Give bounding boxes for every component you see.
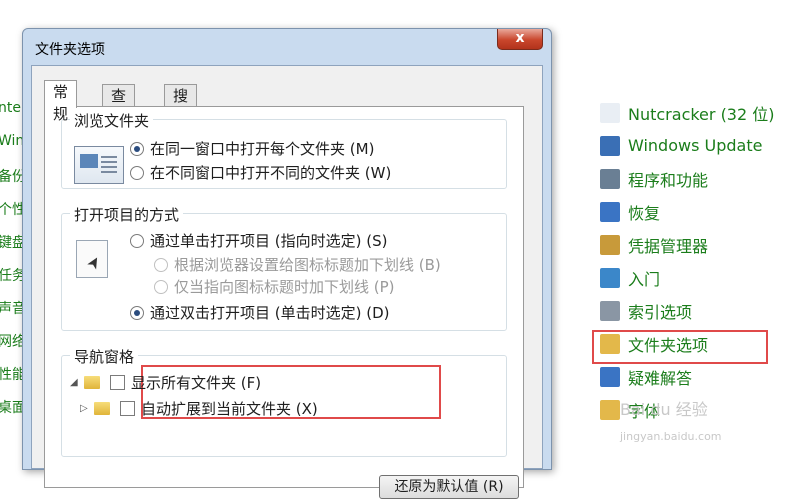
control-panel-item[interactable]: Nutcracker (32 位) xyxy=(600,96,800,129)
control-panel-item[interactable]: 疑难解答 xyxy=(600,360,800,393)
single-click-option[interactable]: 通过单击打开项目 (指向时选定) (S) xyxy=(130,230,387,251)
indexing-icon xyxy=(600,300,620,321)
underline-browser-option: 根据浏览器设置给图标标题加下划线 (B) xyxy=(154,254,441,275)
control-panel-item-label: 程序和功能 xyxy=(628,170,709,190)
control-panel-item-label: 恢复 xyxy=(628,203,661,223)
control-panel-item-label: Windows Update xyxy=(628,136,763,155)
click-items-group-title: 打开项目的方式 xyxy=(70,204,184,225)
show-all-folders-label: 显示所有文件夹 (F) xyxy=(131,374,262,392)
programs-icon xyxy=(600,168,620,189)
double-click-option[interactable]: 通过双击打开项目 (单击时选定) (D) xyxy=(130,302,390,323)
font-icon xyxy=(600,399,620,420)
control-panel-item-label: Nutcracker (32 位) xyxy=(628,104,775,124)
left-nav-fragment[interactable]: nte xyxy=(0,100,21,116)
checkbox[interactable] xyxy=(110,375,125,390)
tree-collapsed-arrow-icon: ▷ xyxy=(80,403,88,414)
double-click-label: 通过双击打开项目 (单击时选定) (D) xyxy=(150,304,390,322)
control-panel-item-label: 凭据管理器 xyxy=(628,236,709,256)
watermark-url: jingyan.baidu.com xyxy=(620,430,722,443)
radio-button xyxy=(154,279,168,294)
pointer-click-icon xyxy=(76,240,108,278)
control-panel-item[interactable]: 索引选项 xyxy=(600,294,800,327)
control-panel-list: Nutcracker (32 位) Windows Update 程序和功能恢复凭据… xyxy=(600,96,800,426)
underline-point-option: 仅当指向图标标题时加下划线 (P) xyxy=(154,276,395,297)
radio-button[interactable] xyxy=(130,233,144,248)
underline-point-label: 仅当指向图标标题时加下划线 (P) xyxy=(174,278,395,296)
control-panel-item[interactable]: Windows Update xyxy=(600,129,800,162)
troubleshoot-icon xyxy=(600,366,620,387)
click-items-group: 打开项目的方式 通过单击打开项目 (指向时选定) (S) 根据浏览器设置给图标标… xyxy=(61,204,507,331)
radio-button xyxy=(154,257,168,272)
title-bar[interactable]: 文件夹选项 x xyxy=(23,29,551,63)
folder-options-highlight-box xyxy=(592,330,768,364)
auto-expand-label: 自动扩展到当前文件夹 (X) xyxy=(141,400,318,418)
close-button[interactable]: x xyxy=(497,29,543,50)
control-panel-item[interactable]: 入门 xyxy=(600,261,800,294)
radio-button[interactable] xyxy=(130,141,144,156)
control-panel-item-label: 索引选项 xyxy=(628,302,693,322)
auto-expand-option[interactable]: ▷ 自动扩展到当前文件夹 (X) xyxy=(80,398,318,419)
folder-options-dialog: 文件夹选项 x 常规 查看 搜索 浏览文件夹 在同一窗口中打开每个文件夹 (M)… xyxy=(22,28,552,499)
tab-view[interactable]: 查看 xyxy=(102,84,136,127)
underline-browser-label: 根据浏览器设置给图标标题加下划线 (B) xyxy=(174,256,441,274)
credential-icon xyxy=(600,234,620,255)
control-panel-item-label: 疑难解答 xyxy=(628,368,693,388)
control-panel-item[interactable]: 程序和功能 xyxy=(600,162,800,195)
dialog-client-area: 常规 查看 搜索 浏览文件夹 在同一窗口中打开每个文件夹 (M) 在不同窗口中打… xyxy=(31,65,543,499)
open-same-window-label: 在同一窗口中打开每个文件夹 (M) xyxy=(150,140,375,158)
open-same-window-option[interactable]: 在同一窗口中打开每个文件夹 (M) xyxy=(130,138,374,159)
browse-folders-illustration-icon xyxy=(74,146,124,184)
control-panel-item-label: 入门 xyxy=(628,269,661,289)
open-new-window-label: 在不同窗口中打开不同的文件夹 (W) xyxy=(150,164,392,182)
control-panel-item[interactable]: 恢复 xyxy=(600,195,800,228)
browse-folders-group: 浏览文件夹 在同一窗口中打开每个文件夹 (M) 在不同窗口中打开不同的文件夹 (… xyxy=(61,110,507,189)
dialog-title: 文件夹选项 xyxy=(35,42,105,58)
general-tab-panel: 浏览文件夹 在同一窗口中打开每个文件夹 (M) 在不同窗口中打开不同的文件夹 (… xyxy=(44,106,524,499)
left-nav-fragment[interactable]: Win xyxy=(0,133,24,149)
watermark: Bai du 经验 xyxy=(620,400,708,419)
control-panel-item[interactable]: 凭据管理器 xyxy=(600,228,800,261)
tab-search[interactable]: 搜索 xyxy=(164,84,198,127)
checkbox[interactable] xyxy=(120,401,135,416)
document-icon xyxy=(600,102,620,123)
open-new-window-option[interactable]: 在不同窗口中打开不同的文件夹 (W) xyxy=(130,162,391,183)
single-click-label: 通过单击打开项目 (指向时选定) (S) xyxy=(150,232,388,250)
tree-expanded-arrow-icon: ◢ xyxy=(70,377,78,388)
tab-general[interactable]: 常规 xyxy=(44,80,78,123)
radio-button[interactable] xyxy=(130,305,144,320)
radio-button[interactable] xyxy=(130,165,144,180)
recovery-icon xyxy=(600,201,620,222)
browse-folders-group-title: 浏览文件夹 xyxy=(70,110,154,131)
folder-icon xyxy=(94,402,110,415)
getting-started-icon xyxy=(600,267,620,288)
folder-icon xyxy=(84,376,100,389)
navigation-pane-group-title: 导航窗格 xyxy=(70,346,139,367)
navigation-pane-group: 导航窗格 ◢ 显示所有文件夹 (F) ▷ 自动扩展到当前文件夹 (X) xyxy=(61,346,507,457)
restore-defaults-button[interactable]: 还原为默认值 (R) xyxy=(379,475,519,499)
close-icon: x xyxy=(515,30,525,46)
windows-update-icon xyxy=(600,135,620,156)
show-all-folders-option[interactable]: ◢ 显示所有文件夹 (F) xyxy=(70,372,261,393)
